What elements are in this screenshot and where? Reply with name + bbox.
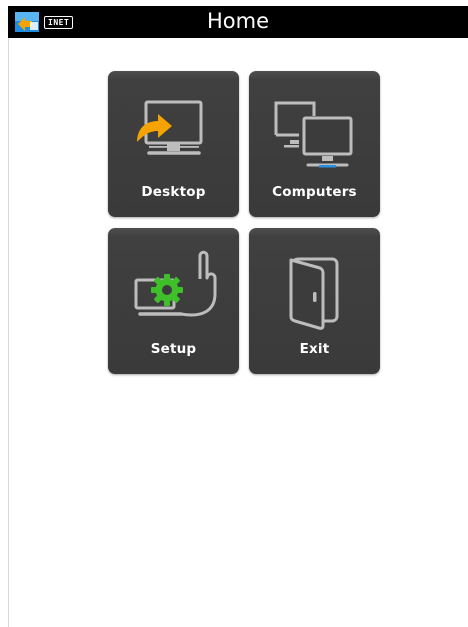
- desktop-button[interactable]: Desktop: [108, 71, 239, 217]
- page-title: Home: [206, 9, 269, 33]
- exit-button[interactable]: Exit: [249, 228, 380, 374]
- computers-monitors-icon: [274, 101, 353, 168]
- door-exit-icon: [289, 257, 339, 330]
- desktop-monitor-arrow-icon: [137, 100, 203, 155]
- exit-label: Exit: [299, 341, 330, 357]
- screen: INET Home Desktop Computers Setup Exit: [0, 0, 468, 627]
- setup-label: Setup: [150, 341, 197, 357]
- desktop-label: Desktop: [141, 184, 206, 200]
- setup-button[interactable]: Setup: [108, 228, 239, 374]
- computers-button[interactable]: Computers: [249, 71, 380, 217]
- computers-label: Computers: [272, 184, 357, 200]
- setup-gear-laptop-icon: [134, 250, 217, 317]
- title-bar: INET Home: [8, 6, 468, 38]
